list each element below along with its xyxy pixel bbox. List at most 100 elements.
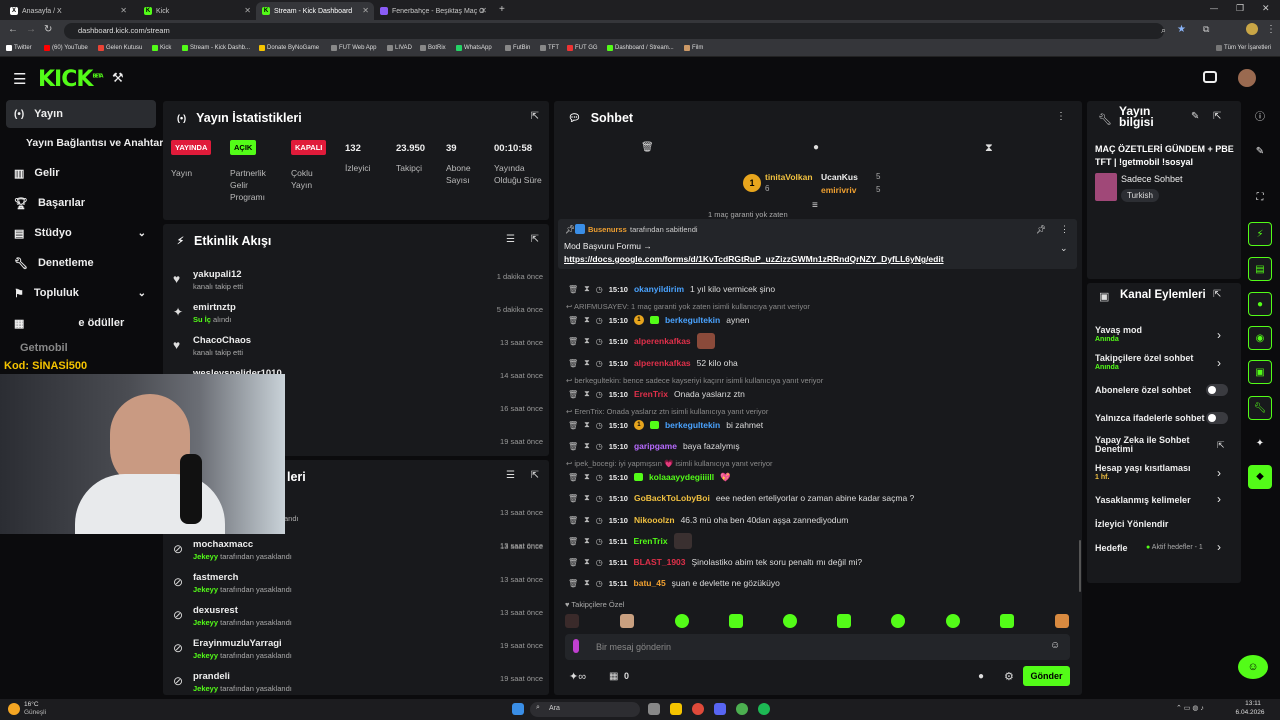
chat-scrollbar[interactable] xyxy=(1079,540,1081,592)
close-icon[interactable]: ✕ xyxy=(362,6,369,15)
broadcast-icon[interactable]: ◉ xyxy=(1248,326,1272,350)
sidebar-item-basarilar[interactable]: 🏆︎ Başarılar xyxy=(6,189,156,217)
action-account-age[interactable]: Hesap yaşı kısıtlaması 1 hf. xyxy=(1095,463,1191,481)
moderator-name[interactable]: Jekeyy xyxy=(193,618,218,627)
sidebar-item-studyo[interactable]: ▤ Stüdyo ⌄ xyxy=(6,219,156,247)
more-options-icon[interactable]: ⋮ xyxy=(1060,224,1069,235)
banned-username[interactable]: fastmerch xyxy=(193,572,238,583)
message-username[interactable]: garipgame xyxy=(634,441,677,451)
chevron-right-icon[interactable]: › xyxy=(1217,492,1221,506)
hourglass-icon[interactable]: ⧗ xyxy=(584,315,590,325)
emote-image[interactable] xyxy=(837,614,851,628)
sidebar-item-denetleme[interactable]: 🔧︎ Denetleme xyxy=(6,249,156,277)
bookmark[interactable]: Dashboard / Stream... xyxy=(607,45,674,51)
sidebar-item-oduller[interactable]: ▦ e ödüller xyxy=(6,309,156,337)
hourglass-icon[interactable]: ⧗ xyxy=(584,420,590,430)
subs-only-toggle[interactable] xyxy=(1206,384,1228,396)
chat-message[interactable]: 🗑︎ ⧗ ◷ 15:10 Nikooolzn 46.3 mü oha ben 40d… xyxy=(568,513,848,527)
hourglass-icon[interactable]: ⧗ xyxy=(584,515,590,525)
message-username[interactable]: BLAST_1903 xyxy=(634,557,686,567)
browser-tab[interactable]: K Kick ✕ xyxy=(138,2,256,20)
action-banned-words[interactable]: Yasaklanmış kelimeler xyxy=(1095,495,1191,505)
browser-tab[interactable]: Fenerbahçe - Beşiktaş Maç Özeti ✕ xyxy=(374,2,492,20)
moderator-name[interactable]: Jekeyy xyxy=(193,684,218,693)
emote-image[interactable] xyxy=(1055,614,1069,628)
message-username[interactable]: berkegultekin xyxy=(665,315,720,325)
back-icon[interactable]: ← xyxy=(8,24,18,35)
gear-icon[interactable]: ⚙ xyxy=(1004,670,1014,683)
trash-icon[interactable]: 🗑︎ xyxy=(568,359,578,368)
bookmark[interactable]: Gelen Kutusu xyxy=(98,45,142,51)
app-icon[interactable] xyxy=(692,703,704,715)
moderator-name[interactable]: Jekeyy xyxy=(193,552,218,561)
chat-message[interactable]: 🗑︎ ⧗ ◷ 15:10 okanyildirim 1 yıl kilo vermi… xyxy=(568,282,775,296)
sidebar-item-gelir[interactable]: ▥ Gelir xyxy=(6,159,156,187)
hourglass-icon[interactable]: ⧗ xyxy=(584,557,590,567)
extensions-icon[interactable]: ⧉ xyxy=(1203,24,1209,35)
action-goals[interactable]: Hedefle xyxy=(1095,543,1128,553)
task-view-icon[interactable] xyxy=(648,703,660,715)
chat-input-placeholder[interactable]: Bir mesaj gönderin xyxy=(596,642,671,652)
unpin-icon[interactable]: 📌︎ xyxy=(1036,225,1046,234)
message-username[interactable]: berkegultekin xyxy=(665,420,720,430)
emote-image[interactable] xyxy=(620,614,634,628)
banned-username[interactable]: mochaxmacc xyxy=(193,539,253,550)
sidebar-item-topluluk[interactable]: ⚑ Topluluk ⌄ xyxy=(6,279,156,307)
emotes-only-toggle[interactable] xyxy=(1206,412,1228,424)
chevron-right-icon[interactable]: › xyxy=(1217,356,1221,370)
hourglass-icon[interactable]: ⧗ xyxy=(584,493,590,503)
chat-message[interactable]: 🗑︎ ⧗ ◷ 15:11 ErenTrix xyxy=(568,533,692,549)
message-username[interactable]: batu_45 xyxy=(634,578,666,588)
chrome-icon[interactable] xyxy=(736,703,748,715)
trash-icon[interactable]: 🗑︎ xyxy=(568,558,578,567)
hourglass-icon[interactable]: ⧗ xyxy=(584,578,590,588)
app-icon[interactable]: ◆ xyxy=(1248,465,1272,489)
wrench-icon[interactable]: 🔧︎ xyxy=(1248,396,1272,420)
zoom-icon[interactable]: ⌕ xyxy=(1161,25,1166,36)
url-input[interactable]: dashboard.kick.com/stream xyxy=(64,23,1164,39)
user-avatar[interactable] xyxy=(1238,69,1256,87)
popout-icon[interactable]: ⇱ xyxy=(531,234,539,245)
top-gifter-name[interactable]: UcanKus xyxy=(821,172,858,182)
edit-icon[interactable]: ✎ xyxy=(1191,111,1199,122)
chat-message[interactable]: 🗑︎ ⧗ ◷ 15:10 kolaaayydegiiiill 💖 xyxy=(568,470,731,484)
expand-icon[interactable]: ⛶ xyxy=(1248,186,1272,210)
hourglass-icon[interactable]: ⧗ xyxy=(584,336,590,346)
browser-menu-icon[interactable]: ⋮ xyxy=(1266,24,1276,35)
reload-icon[interactable]: ↻ xyxy=(44,24,52,35)
popout-icon[interactable]: ⇱ xyxy=(1213,289,1221,300)
trash-icon[interactable]: 🗑︎ xyxy=(568,516,578,525)
action-slow-mode[interactable]: Yavaş mod Anında xyxy=(1095,325,1142,343)
browser-tab-active[interactable]: K Stream - Kick Dashboard ✕ xyxy=(256,2,374,20)
chat-bubble-icon[interactable]: ● xyxy=(1248,292,1272,316)
info-icon[interactable]: ⓘ xyxy=(1248,106,1272,130)
sidebar-item-stream-key[interactable]: Yayın Bağlantısı ve Anahtarı xyxy=(6,129,166,157)
chat-bubble-icon[interactable]: ● xyxy=(978,671,984,682)
minimize-icon[interactable]: — xyxy=(1210,4,1218,13)
pinned-by-user[interactable]: Busenurss xyxy=(588,225,627,234)
bookmark[interactable]: Donate ByNoGame xyxy=(259,45,319,51)
shield-icon[interactable]: ▣ xyxy=(1248,360,1272,384)
message-username[interactable]: alperenkafkas xyxy=(634,336,691,346)
chat-message[interactable]: 🗑︎ ⧗ ◷ 15:10 1 berkegultekin aynen xyxy=(568,313,749,327)
close-icon[interactable]: ✕ xyxy=(480,6,487,15)
chat-message[interactable]: 🗑︎ ⧗ ◷ 15:10 GoBackToLobyBoi eee neden ert… xyxy=(568,491,914,505)
popout-icon[interactable]: ⇱ xyxy=(531,111,539,122)
action-followers-only[interactable]: Takipçilere özel sohbet Anında xyxy=(1095,353,1193,371)
browser-tab[interactable]: X Anasayfa / X ✕ xyxy=(4,2,132,20)
points-icon[interactable]: ✦∞ xyxy=(569,670,586,683)
chat-message[interactable]: 🗑︎ ⧗ ◷ 15:11 BLAST_1903 Şinolastiko abim t… xyxy=(568,555,862,569)
hourglass-icon[interactable]: ⧗ xyxy=(584,441,590,451)
action-raid[interactable]: İzleyici Yönlendir xyxy=(1095,519,1168,529)
tools-icon[interactable]: ⚒ xyxy=(112,70,124,86)
hourglass-icon[interactable]: ⧗ xyxy=(985,142,993,155)
top-gifter-name[interactable]: tinitaVolkan xyxy=(765,172,813,182)
bookmark[interactable]: BotRix xyxy=(420,45,446,51)
message-username[interactable]: ErenTrix xyxy=(634,536,668,546)
support-chat-icon[interactable]: ☺ xyxy=(1238,655,1268,679)
sidebar-item-yayin[interactable]: (•) Yayın xyxy=(6,100,156,128)
hourglass-icon[interactable]: ⧗ xyxy=(584,284,590,294)
message-username[interactable]: GoBackToLobyBoi xyxy=(634,493,710,503)
more-options-icon[interactable]: ⋮ xyxy=(1056,111,1066,122)
gift-icon[interactable]: ▦ xyxy=(609,671,618,682)
